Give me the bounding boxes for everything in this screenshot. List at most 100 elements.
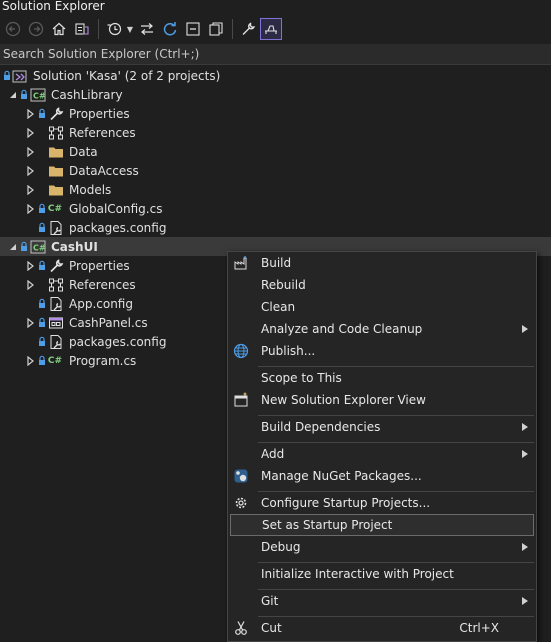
chevron-right-icon [27, 203, 34, 214]
back-button[interactable] [2, 18, 24, 40]
tree-item-label: Data [69, 144, 98, 159]
menu-item-cut[interactable]: Cut Ctrl+X [228, 617, 536, 639]
lock-icon [39, 203, 45, 213]
wrench-icon [50, 258, 64, 272]
preview-selected-items-button[interactable] [260, 18, 282, 40]
menu-item-debug[interactable]: Debug [228, 536, 536, 558]
forward-button[interactable] [25, 18, 47, 40]
menu-item-scope-to-this[interactable]: Scope to This [228, 367, 536, 389]
search-input[interactable]: Search Solution Explorer (Ctrl+;) [0, 44, 551, 65]
tree-item-label: CashPanel.cs [69, 315, 148, 330]
chevron-right-icon [27, 127, 34, 138]
toolbar-separator [98, 19, 99, 39]
shortcut-label: Ctrl+X [459, 621, 499, 635]
submenu-arrow-icon [522, 543, 528, 551]
lock-icon [39, 336, 45, 346]
nuget-icon [234, 469, 248, 483]
properties-button[interactable] [237, 18, 259, 40]
tree-item-label: packages.config [69, 220, 167, 235]
menu-item-set-startup[interactable]: Set as Startup Project [230, 514, 534, 536]
tree-item[interactable]: C# GlobalConfig.cs [0, 199, 551, 218]
solution-label: Solution 'Kasa' (2 of 2 projects) [33, 68, 221, 83]
collapse-all-button[interactable] [182, 18, 204, 40]
config-file-icon [50, 296, 62, 311]
menu-item-label: Build [261, 256, 292, 270]
show-all-files-icon [209, 22, 223, 36]
menu-item-label: Manage NuGet Packages... [261, 469, 422, 483]
chevron-down-icon[interactable]: ▼ [126, 18, 134, 40]
tree-item-label: References [69, 277, 136, 292]
switch-views-icon [75, 23, 89, 35]
chevron-right-icon [27, 355, 34, 366]
back-arrow-icon [5, 21, 21, 37]
menu-item-configure-startup[interactable]: Configure Startup Projects... [228, 492, 536, 514]
panel-title: Solution Explorer [0, 0, 551, 14]
toolbar-separator [232, 19, 233, 39]
tree-item-label: References [69, 125, 136, 140]
menu-item-label: Initialize Interactive with Project [261, 567, 454, 581]
menu-item-initialize-interactive[interactable]: Initialize Interactive with Project [228, 563, 536, 585]
tree-item-label: GlobalConfig.cs [69, 201, 163, 216]
tree-item-label: DataAccess [69, 163, 139, 178]
scissors-icon [235, 621, 247, 635]
tree-item-label: App.config [69, 296, 133, 311]
gear-icon [235, 497, 247, 509]
csharp-file-icon: C# [47, 355, 63, 366]
menu-item-label: Add [261, 447, 285, 461]
menu-item-label: Rebuild [261, 278, 306, 292]
menu-item-new-view[interactable]: New Solution Explorer View [228, 389, 536, 411]
sync-with-active-document-icon [141, 23, 153, 35]
config-file-icon [50, 334, 62, 349]
menu-item-add[interactable]: Add [228, 443, 536, 465]
menu-item-label: New Solution Explorer View [261, 393, 426, 407]
menu-item-publish[interactable]: Publish... [228, 340, 536, 362]
chevron-expanded-icon [10, 243, 16, 250]
home-button[interactable] [48, 18, 70, 40]
lock-icon [39, 298, 45, 308]
tree-item[interactable]: DataAccess [0, 161, 551, 180]
lock-icon [21, 89, 27, 99]
menu-item-manage-nuget[interactable]: Manage NuGet Packages... [228, 465, 536, 487]
pending-changes-filter-button[interactable] [103, 18, 125, 40]
menu-item-analyze[interactable]: Analyze and Code Cleanup [228, 318, 536, 340]
refresh-button[interactable] [159, 18, 181, 40]
tree-item-solution[interactable]: Solution 'Kasa' (2 of 2 projects) [0, 66, 551, 85]
menu-item-label: Git [261, 594, 279, 608]
chevron-right-icon [27, 279, 34, 290]
show-all-files-button[interactable] [205, 18, 227, 40]
tree-item-project-cashlibrary[interactable]: C# CashLibrary [0, 85, 551, 104]
menu-item-build[interactable]: Build [228, 252, 536, 274]
csharp-file-icon: C# [47, 203, 63, 214]
forward-arrow-icon [28, 21, 44, 37]
config-file-icon [50, 220, 62, 235]
menu-item-rebuild[interactable]: Rebuild [228, 274, 536, 296]
menu-item-git[interactable]: Git [228, 590, 536, 612]
tree-item[interactable]: References [0, 123, 551, 142]
chevron-right-icon [27, 108, 34, 119]
form-file-icon [49, 317, 63, 328]
chevron-right-icon [27, 317, 34, 328]
submenu-arrow-icon [522, 325, 528, 333]
menu-item-clean[interactable]: Clean [228, 296, 536, 318]
lock-icon [39, 355, 45, 365]
folder-icon [49, 166, 63, 176]
refresh-icon [163, 22, 177, 36]
preview-selected-items-icon [265, 25, 277, 34]
project-label: CashUI [51, 239, 98, 254]
pending-changes-filter-icon [107, 22, 122, 36]
globe-icon [233, 343, 249, 359]
tree-item[interactable]: Data [0, 142, 551, 161]
tree-item-label: Program.cs [69, 353, 137, 368]
sync-with-active-document-button[interactable] [136, 18, 158, 40]
solution-icon [12, 70, 27, 82]
tree-item[interactable]: Properties [0, 104, 551, 123]
switch-views-button[interactable] [71, 18, 93, 40]
menu-item-build-dependencies[interactable]: Build Dependencies [228, 416, 536, 438]
tree-item[interactable]: Models [0, 180, 551, 199]
references-icon [49, 278, 63, 291]
properties-wrench-icon [242, 22, 256, 35]
tree-item[interactable]: packages.config [0, 218, 551, 237]
submenu-arrow-icon [522, 597, 528, 605]
toolbar: ▼ [0, 14, 551, 44]
menu-item-label: Analyze and Code Cleanup [261, 322, 423, 336]
